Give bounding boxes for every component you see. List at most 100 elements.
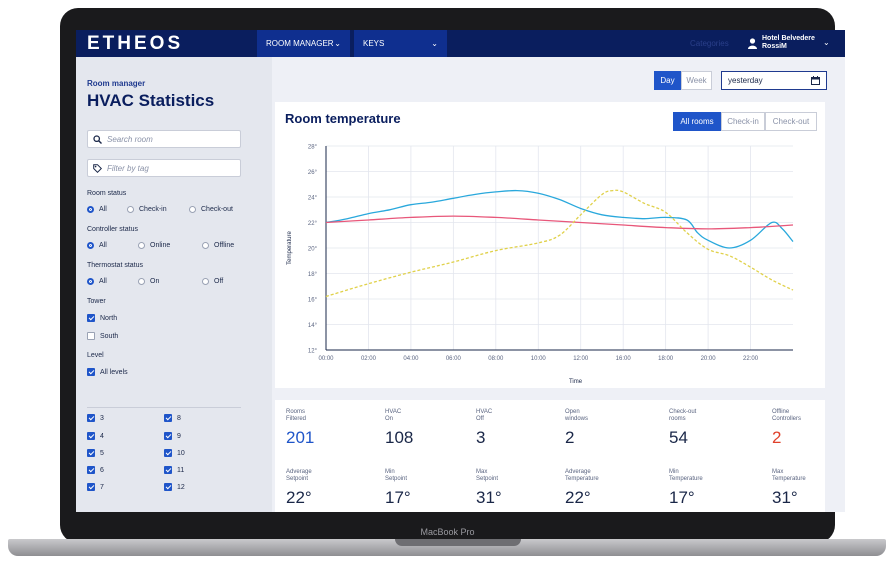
series-line-average-temperature	[325, 189, 794, 249]
stat-label: Adverage Temperature	[565, 469, 599, 482]
level-checkbox[interactable]: 3	[87, 414, 104, 422]
search-icon	[93, 134, 102, 144]
room-status-check-in[interactable]: Check-in	[127, 206, 167, 213]
stat-value: 2	[772, 428, 782, 447]
stat-value: 3	[476, 428, 486, 447]
room-status-all[interactable]: All	[87, 206, 107, 213]
date-value: yesterday	[728, 76, 763, 85]
thermostat-status-on[interactable]: On	[138, 278, 159, 285]
controller-status-offline[interactable]: Offline	[202, 242, 234, 249]
stats-card	[275, 400, 825, 512]
breadcrumb[interactable]: Room manager	[87, 79, 145, 88]
x-axis-label: Time	[569, 379, 583, 385]
level-checkbox[interactable]: 8	[164, 414, 181, 422]
x-tick-label: 18:00	[658, 356, 674, 362]
stat-value: 22°	[565, 488, 591, 507]
user-name: RossiM	[762, 43, 787, 50]
thermostat-status-label: Thermostat status	[87, 262, 144, 269]
radio	[202, 242, 209, 249]
option-label: Check-in	[139, 206, 167, 213]
level-checkbox[interactable]: 5	[87, 449, 104, 457]
checkbox-checked	[87, 449, 95, 457]
stat-label: HVAC Off	[476, 409, 493, 422]
all-levels-checkbox[interactable]: All levels	[87, 368, 128, 376]
temperature-chart: 12° 14° 16° 18° 20° 22° 24° 26° 28° 00:00 02:00 04:…	[287, 145, 794, 385]
stat-label: Check-out rooms	[669, 409, 697, 422]
user-icon[interactable]	[748, 38, 757, 49]
option-label: 3	[100, 414, 104, 422]
option-label: All levels	[100, 368, 128, 376]
radio-selected	[87, 242, 94, 249]
level-checkbox[interactable]: 12	[164, 483, 185, 491]
y-tick-label: 26°	[308, 170, 318, 176]
level-checkbox[interactable]: 6	[87, 466, 104, 474]
keys-label: KEYS	[363, 39, 385, 48]
y-tick-label: 18°	[308, 272, 318, 278]
user-menu[interactable]: Hotel Belvedere RossiM	[762, 35, 815, 51]
y-tick-label: 12°	[308, 349, 318, 355]
checkbox-checked	[164, 483, 172, 491]
thermostat-status-all[interactable]: All	[87, 278, 107, 285]
checkbox-checked	[164, 414, 172, 422]
tower-label: Tower	[87, 298, 106, 305]
room-manager-label: ROOM MANAGER	[266, 39, 334, 48]
option-label: Off	[214, 278, 224, 285]
radio	[138, 278, 145, 285]
filter-sidebar: Room manager HVAC Statistics Search room…	[76, 57, 272, 512]
level-label: Level	[87, 352, 104, 359]
option-label: Offline	[214, 242, 235, 249]
stat-label: Rooms Filtered	[286, 409, 307, 422]
app-logo[interactable]: ETHEOS	[87, 33, 183, 55]
level-checkbox[interactable]: 11	[164, 466, 184, 474]
option-label: 10	[177, 449, 185, 457]
option-label: 7	[100, 483, 104, 491]
room-manager-menu[interactable]: ROOM MANAGER ⌄	[257, 30, 350, 57]
x-tick-label: 16:00	[616, 356, 632, 362]
level-checkbox[interactable]: 9	[164, 432, 181, 440]
x-tick-label: 04:00	[403, 356, 419, 362]
week-toggle[interactable]: Week	[681, 71, 712, 90]
x-tick-label: 08:00	[488, 356, 504, 362]
search-input[interactable]: Search room	[87, 130, 241, 148]
option-label: All	[99, 278, 107, 285]
checkbox-checked	[87, 368, 95, 376]
controller-status-all[interactable]: All	[87, 242, 107, 249]
day-toggle[interactable]: Day	[654, 71, 681, 90]
x-tick-label: 02:00	[361, 356, 377, 362]
y-tick-label: 14°	[308, 323, 318, 329]
stat-label: HVAC On	[385, 409, 402, 422]
checkbox-checked	[164, 449, 172, 457]
categories-link[interactable]: Categories	[690, 39, 729, 48]
option-label: South	[100, 332, 119, 340]
stat-value: 31°	[772, 488, 798, 507]
stat-label: Adverage Setpoint	[286, 469, 312, 482]
x-tick-label: 10:00	[531, 356, 547, 362]
keys-menu[interactable]: KEYS ⌄	[354, 30, 447, 57]
stat-value: 2	[565, 428, 575, 447]
radio-selected	[87, 278, 94, 285]
radio-selected	[87, 206, 94, 213]
tower-north-checkbox[interactable]: North	[87, 314, 117, 322]
checkbox-checked	[87, 483, 95, 491]
stat-value: 54	[669, 428, 688, 447]
stat-value: 22°	[286, 488, 312, 507]
level-checkbox[interactable]: 7	[87, 483, 104, 491]
chevron-down-icon[interactable]: ⌄	[823, 38, 830, 47]
level-checkbox[interactable]: 10	[164, 449, 185, 457]
stat-value: 201	[286, 428, 315, 447]
tower-south-checkbox[interactable]: South	[87, 332, 118, 340]
radio	[202, 278, 209, 285]
level-checkbox[interactable]: 4	[87, 432, 104, 440]
y-tick-label: 16°	[308, 298, 318, 304]
controller-status-online[interactable]: Online	[138, 242, 170, 249]
stat-label: Min Temperature	[669, 469, 703, 482]
room-status-check-out[interactable]: Check-out	[189, 206, 233, 213]
checkbox-checked	[87, 432, 95, 440]
checkbox-checked	[87, 466, 95, 474]
tag-filter-input[interactable]: Filter by tag	[87, 159, 241, 177]
stat-value: 17°	[385, 488, 411, 507]
radio	[189, 206, 196, 213]
search-placeholder: Search room	[107, 134, 153, 144]
thermostat-status-off[interactable]: Off	[202, 278, 223, 285]
date-picker[interactable]: yesterday	[721, 71, 827, 90]
